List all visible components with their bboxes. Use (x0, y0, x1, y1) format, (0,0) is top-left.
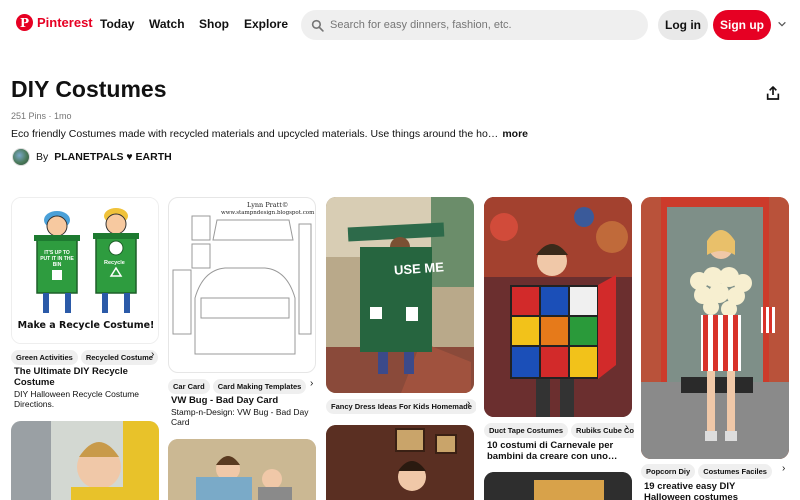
costume-photo (484, 472, 632, 500)
pin-image[interactable]: USE ME (326, 197, 474, 393)
board-meta: 251 Pins · 1mo (11, 111, 72, 121)
nav-today[interactable]: Today (100, 17, 134, 31)
chip[interactable]: Costumes Faciles (698, 464, 772, 479)
nav-watch[interactable]: Watch (149, 17, 185, 31)
chevron-right-icon[interactable]: › (467, 398, 470, 409)
top-nav: P Pinterest Today Watch Shop Explore Log… (0, 0, 800, 50)
image-caption: Make a Recycle Costume! (17, 320, 155, 331)
search-input[interactable] (330, 19, 630, 31)
pin-title[interactable]: 19 creative easy DIY Halloween costumes (644, 481, 784, 500)
rubiks-cube-costume-photo (484, 197, 632, 417)
pin-image[interactable]: Lynn Pratt© www.stampndesign.blogspot.co… (168, 197, 316, 373)
chip[interactable]: Duct Tape Costumes (484, 423, 569, 438)
board-description-text: Eco friendly Costumes made with recycled… (11, 128, 499, 140)
chip[interactable]: Green Activities (11, 350, 78, 365)
vw-bug-template-illustration (172, 215, 312, 355)
pin-chips: Fancy Dress Ideas For Kids Homemade (326, 399, 476, 414)
owner-name[interactable]: PLANETPALS ♥ EARTH (54, 151, 171, 163)
chip[interactable]: Popcorn Diy (641, 464, 696, 479)
board-owner[interactable]: By PLANETPALS ♥ EARTH (12, 148, 172, 166)
kid-costume-photo (326, 425, 474, 500)
pin-chips: Duct Tape Costumes Rubiks Cube Costume (484, 423, 634, 438)
pin-image[interactable] (484, 472, 632, 500)
pin-image[interactable] (168, 439, 316, 500)
pin-image[interactable] (641, 197, 789, 459)
pinterest-logo[interactable]: P Pinterest (16, 14, 93, 31)
pin-description: DIY Halloween Recycle Costume Directions… (14, 389, 140, 409)
pin-title[interactable]: 10 costumi di Carnevale per bambini da c… (487, 440, 627, 462)
kid-costume-photo (11, 421, 159, 500)
chevron-right-icon[interactable]: › (151, 349, 154, 360)
chip[interactable]: Card Making Templates (212, 379, 307, 394)
pin-chips: Car Card Card Making Templates (168, 379, 318, 394)
pin-title[interactable]: The Ultimate DIY Recycle Costume (14, 366, 154, 388)
search-icon (311, 19, 324, 32)
share-icon[interactable] (765, 85, 781, 101)
pin-image[interactable] (326, 425, 474, 500)
nav-shop[interactable]: Shop (199, 17, 229, 31)
pin-image[interactable]: IT'S UP TO PUT IT IN THE BIN Recycle Mak… (11, 197, 159, 344)
pin-title[interactable]: VW Bug - Bad Day Card (171, 395, 311, 406)
avatar[interactable] (12, 148, 30, 166)
bin-text-right: Recycle (104, 260, 125, 266)
chip[interactable]: Fancy Dress Ideas For Kids Homemade (326, 399, 476, 414)
chevron-right-icon[interactable]: › (625, 422, 628, 433)
bin-text-left: IT'S UP TO PUT IT IN THE BIN (40, 250, 74, 268)
chip[interactable]: Recycled Costume (80, 350, 158, 365)
search-bar[interactable] (301, 10, 648, 40)
pin-description: Stamp-n-Design: VW Bug - Bad Day Card (171, 407, 309, 427)
signup-button[interactable]: Sign up (713, 10, 771, 40)
recycle-bin-costume-photo (326, 197, 474, 393)
chip[interactable]: Car Card (168, 379, 210, 394)
board-title: DIY Costumes (11, 76, 167, 102)
pin-chips: Green Activities Recycled Costume (11, 350, 161, 365)
chevron-down-icon[interactable] (777, 19, 787, 29)
login-button[interactable]: Log in (658, 10, 708, 40)
board-description: Eco friendly Costumes made with recycled… (11, 128, 528, 140)
chevron-right-icon[interactable]: › (782, 463, 785, 474)
chevron-right-icon[interactable]: › (310, 378, 313, 389)
nav-explore[interactable]: Explore (244, 17, 288, 31)
more-link[interactable]: more (502, 128, 528, 140)
robot-costume-photo (168, 439, 316, 500)
brand-name: Pinterest (37, 15, 93, 30)
popcorn-costume-photo (641, 197, 789, 459)
pin-image[interactable] (11, 421, 159, 500)
pin-chips: Popcorn Diy Costumes Faciles (641, 464, 791, 479)
pinterest-logo-icon: P (16, 14, 33, 31)
pin-image[interactable] (484, 197, 632, 417)
by-label: By (36, 151, 49, 163)
